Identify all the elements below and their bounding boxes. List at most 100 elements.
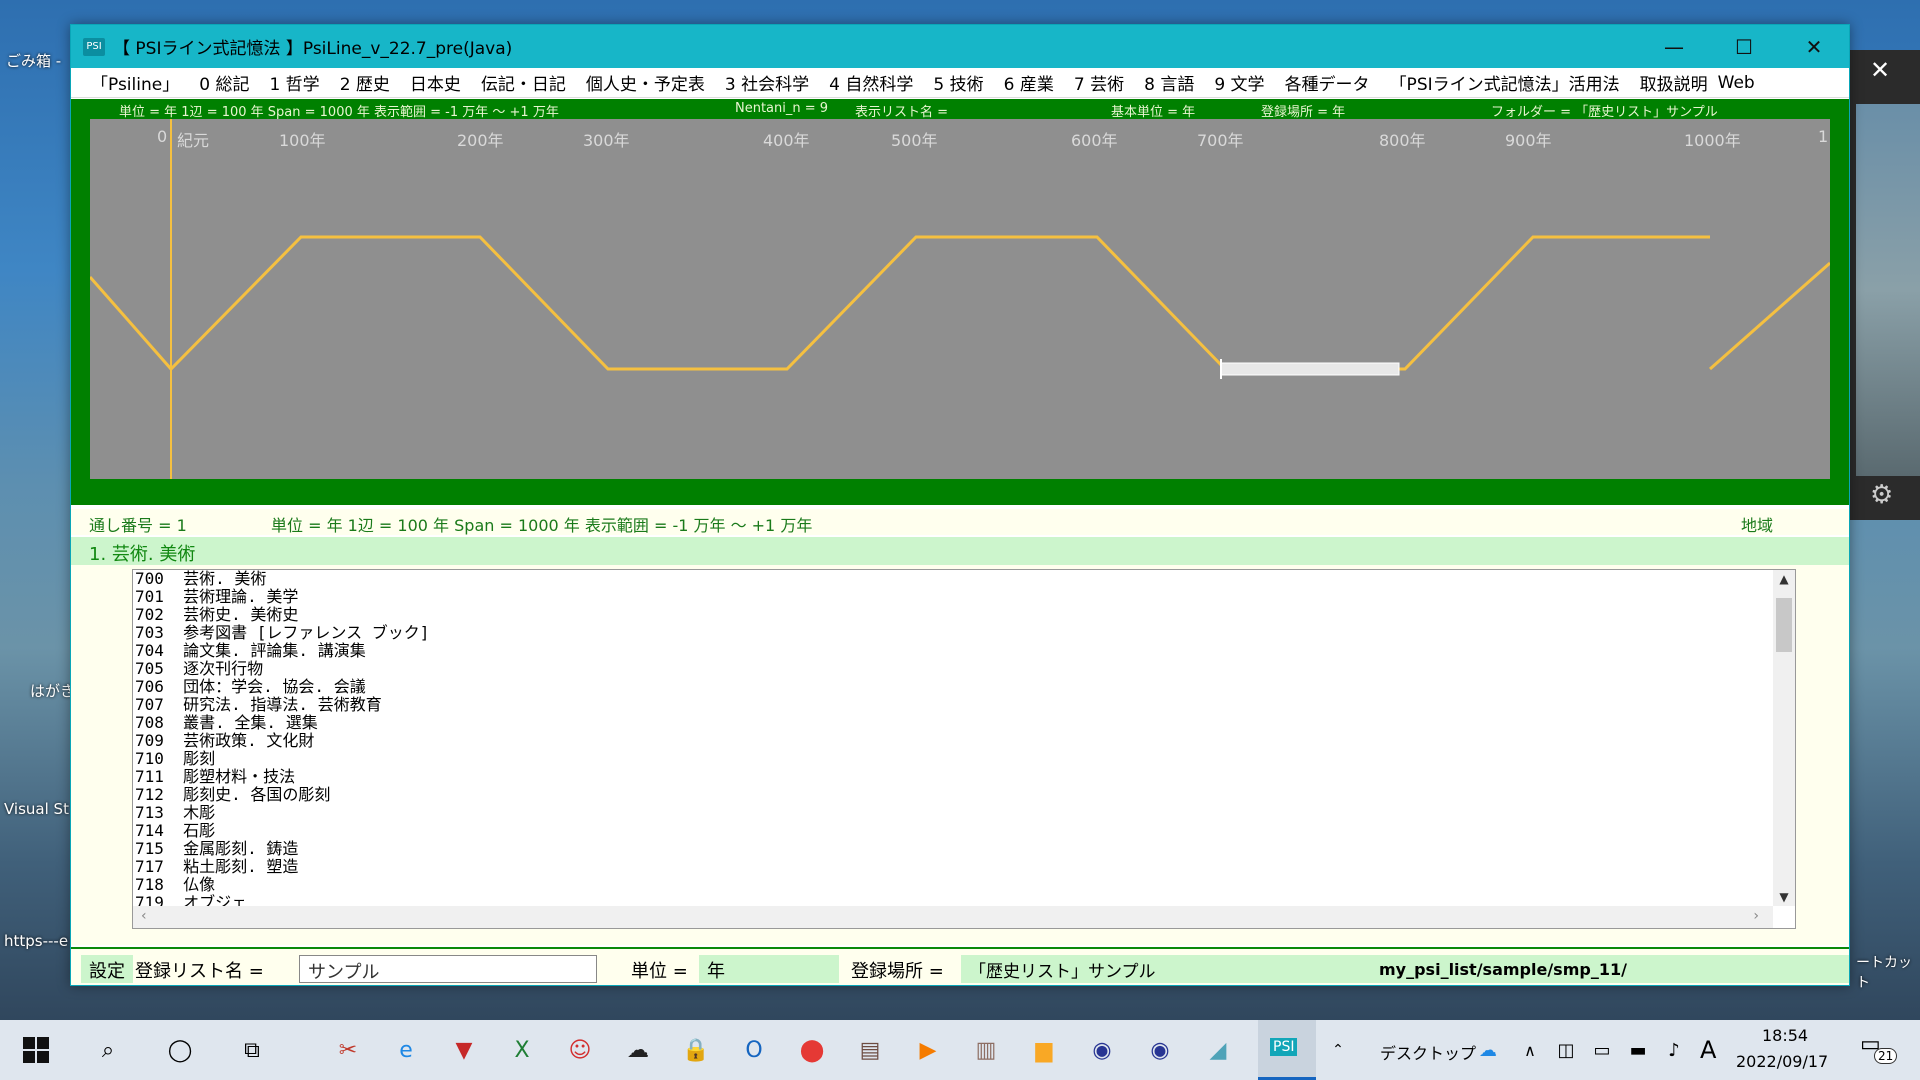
mcafee-icon[interactable]: ▼ — [446, 1032, 482, 1068]
menu-web[interactable]: Web — [1718, 73, 1765, 93]
psiline-window: PSI 【 PSIライン式記憶法 】PsiLine_v_22.7_pre(Jav… — [70, 24, 1850, 986]
taskbar-scroll-icon[interactable]: ⌃ — [1320, 1032, 1356, 1068]
desktop-icon-hagaki[interactable]: はがき — [30, 680, 75, 701]
list-item: 708 叢書. 全集. 選集 — [135, 713, 318, 732]
menu-biography[interactable]: 伝記・日記 — [471, 70, 576, 95]
scroll-down-icon[interactable]: ▼ — [1773, 890, 1795, 904]
timeline-location: 登録場所 = 年 — [1261, 105, 1346, 120]
record-info-line: 通し番号 = 1 単位 = 年 1辺 = 100 年 Span = 1000 年… — [71, 509, 1849, 535]
list-item: 709 芸術政策. 文化財 — [135, 731, 315, 750]
title-bar[interactable]: PSI 【 PSIライン式記憶法 】PsiLine_v_22.7_pre(Jav… — [71, 25, 1849, 68]
document-app-icon[interactable]: ▥ — [968, 1032, 1004, 1068]
list-name-input[interactable]: サンプル — [299, 955, 597, 983]
timeline-info-bar: 単位 = 年 1辺 = 100 年 Span = 1000 年 表示範囲 = -… — [71, 99, 1849, 120]
menu-history[interactable]: 2 歴史 — [330, 70, 400, 95]
scroll-thumb[interactable] — [1776, 598, 1792, 652]
list-content[interactable]: 700 芸術. 美術 701 芸術理論. 美学 702 芸術史. 美術史 703… — [133, 570, 1773, 906]
list-name-label: 登録リスト名 = — [135, 961, 264, 982]
eclipse-icon-1[interactable]: ◉ — [1084, 1032, 1120, 1068]
app-dark-icon[interactable]: ☁ — [620, 1032, 656, 1068]
list-item: 700 芸術. 美術 — [135, 570, 267, 588]
serial-number: 通し番号 = 1 — [89, 516, 187, 535]
scroll-up-icon[interactable]: ▲ — [1773, 572, 1795, 586]
menu-personal-history[interactable]: 個人史・予定表 — [576, 70, 715, 95]
tray-chevron-icon[interactable]: ∧ — [1512, 1032, 1548, 1068]
menu-arts[interactable]: 7 芸術 — [1064, 70, 1134, 95]
file-explorer-icon[interactable]: ▆ — [1026, 1032, 1062, 1068]
search-icon[interactable]: ⌕ — [90, 1032, 126, 1068]
edge-icon[interactable]: e — [388, 1032, 424, 1068]
list-item: 706 団体：学会. 協会. 会議 — [135, 677, 366, 696]
network-icon[interactable]: ▭ — [1584, 1032, 1620, 1068]
menu-manual[interactable]: 取扱説明 — [1630, 70, 1718, 95]
desktop-icon-shortcut[interactable]: ートカット — [1856, 952, 1920, 992]
unit-value[interactable]: 年 — [699, 955, 839, 983]
snipping-tool-icon[interactable]: ✂ — [330, 1032, 366, 1068]
location-label: 登録場所 = — [851, 961, 944, 982]
https-label: https---e — [4, 932, 69, 950]
menu-industry[interactable]: 6 産業 — [994, 70, 1064, 95]
clock-date[interactable]: 2022/09/17 — [1736, 1052, 1828, 1071]
list-textbox[interactable]: 700 芸術. 美術 701 芸術理論. 美学 702 芸術史. 美術史 703… — [132, 569, 1796, 929]
volume-icon[interactable]: ♪ — [1656, 1032, 1692, 1068]
minimize-button[interactable]: — — [1639, 25, 1709, 68]
menu-natural-science[interactable]: 4 自然科学 — [819, 70, 923, 95]
menu-usage[interactable]: 「PSIライン式記憶法」活用法 — [1380, 70, 1630, 95]
maps-pin-icon[interactable]: ⬤ — [794, 1032, 830, 1068]
menu-general[interactable]: 0 総記 — [189, 70, 259, 95]
ime-indicator[interactable]: A — [1700, 1036, 1716, 1064]
horizontal-scrollbar[interactable]: ‹ › — [133, 906, 1773, 928]
excel-icon[interactable]: X — [504, 1032, 540, 1068]
onedrive-icon[interactable]: ☁ — [1470, 1032, 1506, 1068]
hagaki-label: はがき — [30, 682, 76, 700]
battery-icon[interactable]: ▬ — [1620, 1032, 1656, 1068]
menu-literature[interactable]: 9 文学 — [1204, 70, 1274, 95]
menu-psiline[interactable]: 「Psiline」 — [81, 70, 189, 95]
psi-taskbar-button[interactable]: PSI — [1258, 1020, 1316, 1080]
desktop-icon-https[interactable]: https---e — [4, 932, 68, 950]
book-app-icon[interactable]: ▤ — [852, 1032, 888, 1068]
vertical-scrollbar[interactable]: ▲ ▼ — [1773, 570, 1795, 906]
psi-app-icon: PSI — [83, 37, 105, 56]
list-item: 703 参考図書 [レファレンス ブック] — [135, 623, 430, 642]
clock-time[interactable]: 18:54 — [1762, 1026, 1808, 1045]
timeline-unit-info: 単位 = 年 1辺 = 100 年 Span = 1000 年 表示範囲 = -… — [119, 105, 559, 120]
menu-technology[interactable]: 5 技術 — [923, 70, 993, 95]
record-unit-info: 単位 = 年 1辺 = 100 年 Span = 1000 年 表示範囲 = -… — [271, 516, 813, 535]
settings-button[interactable]: 設定 — [81, 955, 133, 983]
list-item: 715 金属彫刻. 鋳造 — [135, 839, 299, 858]
maximize-button[interactable]: ☐ — [1709, 25, 1779, 68]
app-face-icon[interactable]: ☺ — [562, 1032, 598, 1068]
menu-language[interactable]: 8 言語 — [1134, 70, 1204, 95]
media-player-icon[interactable]: ▶ — [910, 1032, 946, 1068]
window-title: 【 PSIライン式記憶法 】PsiLine_v_22.7_pre(Java) — [113, 39, 513, 59]
side-gear-icon[interactable]: ⚙ — [1870, 480, 1893, 510]
notification-center-icon[interactable]: ▭ 21 — [1860, 1032, 1898, 1066]
camera-icon[interactable]: ◫ — [1548, 1032, 1584, 1068]
task-view-icon[interactable]: ⧉ — [234, 1032, 270, 1068]
menu-social-science[interactable]: 3 社会科学 — [715, 70, 819, 95]
app-paper-icon[interactable]: ◢ — [1200, 1032, 1236, 1068]
menu-various-data[interactable]: 各種データ — [1275, 70, 1380, 95]
list-area: 700 芸術. 美術 701 芸術理論. 美学 702 芸術史. 美術史 703… — [71, 565, 1849, 945]
scroll-left-icon[interactable]: ‹ — [141, 908, 147, 924]
psi-taskbar-label: PSI — [1270, 1038, 1298, 1056]
scroll-right-icon[interactable]: › — [1753, 908, 1759, 924]
outlook-icon[interactable]: O — [736, 1032, 772, 1068]
region-label[interactable]: 地域 — [1741, 512, 1773, 536]
close-button[interactable]: ✕ — [1779, 25, 1849, 68]
list-item: 710 彫刻 — [135, 749, 216, 768]
cortana-icon[interactable]: ◯ — [162, 1032, 198, 1068]
windows-start-icon[interactable] — [18, 1032, 54, 1068]
side-photo — [1856, 104, 1920, 476]
menu-japanese-history[interactable]: 日本史 — [400, 70, 471, 95]
recycle-bin-label: ごみ箱 - — [6, 52, 62, 70]
desktop-toolbar-label[interactable]: デスクトップ — [1380, 1040, 1476, 1064]
desktop-icon-visual-studio[interactable]: Visual St — [4, 800, 69, 818]
eclipse-icon-2[interactable]: ◉ — [1142, 1032, 1178, 1068]
desktop-icon-recycle-bin[interactable]: ごみ箱 - — [6, 50, 61, 71]
lock-app-icon[interactable]: 🔒 — [678, 1032, 714, 1068]
timeline-canvas[interactable]: 0 紀元 100年 200年 300年 400年 500年 600年 700年 … — [90, 119, 1830, 479]
side-close-icon[interactable]: ✕ — [1870, 56, 1890, 84]
menu-philosophy[interactable]: 1 哲学 — [259, 70, 329, 95]
